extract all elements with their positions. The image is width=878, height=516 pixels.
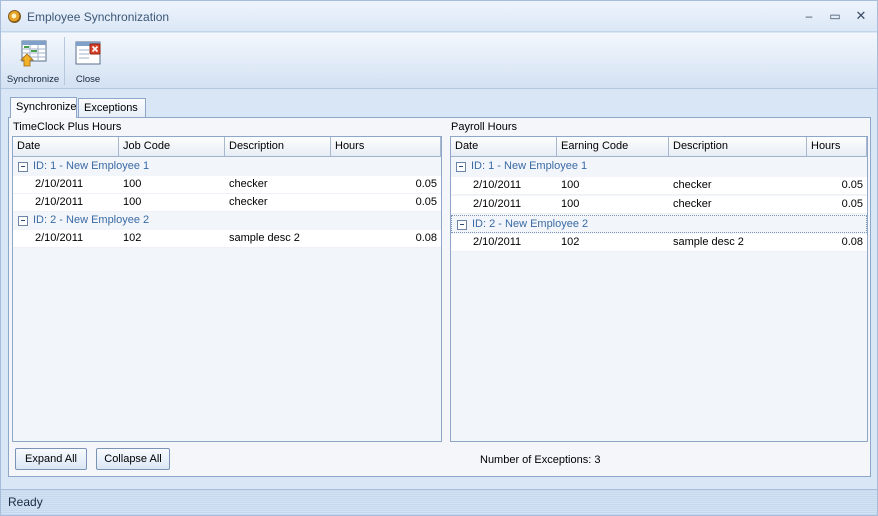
- table-row[interactable]: 2/10/2011 102 sample desc 2 0.08: [13, 230, 441, 248]
- group-row[interactable]: ID: 1 - New Employee 1: [451, 158, 867, 176]
- cell-date: 2/10/2011: [35, 232, 84, 244]
- cell-job-code: 100: [123, 196, 142, 208]
- table-row[interactable]: 2/10/2011 100 checker 0.05: [451, 177, 867, 195]
- cell-date: 2/10/2011: [35, 196, 84, 208]
- cell-hours: 0.08: [841, 236, 863, 248]
- clock-icon: [8, 10, 21, 23]
- column-header-earning-code[interactable]: Earning Code: [557, 137, 669, 157]
- cell-job-code: 102: [123, 232, 142, 244]
- tab-exceptions[interactable]: Exceptions: [78, 98, 146, 117]
- exceptions-count: Number of Exceptions: 3: [480, 454, 601, 466]
- cell-description: checker: [673, 198, 712, 210]
- cell-description: sample desc 2: [673, 236, 744, 248]
- payroll-grid[interactable]: Date Earning Code Description Hours ID: …: [450, 136, 868, 442]
- cell-description: checker: [229, 196, 268, 208]
- synchronize-icon: [20, 40, 47, 67]
- group-row[interactable]: ID: 1 - New Employee 1: [13, 158, 441, 176]
- cell-date: 2/10/2011: [473, 179, 522, 191]
- table-row[interactable]: 2/10/2011 100 checker 0.05: [13, 176, 441, 194]
- maximize-icon[interactable]: ▭: [825, 7, 845, 25]
- minimize-icon[interactable]: ‒: [799, 7, 819, 25]
- collapse-minus-icon[interactable]: [18, 216, 28, 226]
- table-row[interactable]: 2/10/2011 100 checker 0.05: [451, 196, 867, 214]
- group-row[interactable]: ID: 2 - New Employee 2: [13, 212, 441, 230]
- column-header-hours[interactable]: Hours: [807, 137, 867, 157]
- column-header-description[interactable]: Description: [669, 137, 807, 157]
- cell-hours: 0.05: [841, 198, 863, 210]
- cell-date: 2/10/2011: [35, 178, 84, 190]
- column-header-date[interactable]: Date: [13, 137, 119, 157]
- column-header-job-code[interactable]: Job Code: [119, 137, 225, 157]
- column-header-date[interactable]: Date: [451, 137, 557, 157]
- employee-sync-window: Employee Synchronization ‒ ▭ ✕ Synchroni…: [0, 0, 878, 516]
- close-window-icon: [75, 41, 101, 65]
- group-row[interactable]: ID: 2 - New Employee 2: [451, 215, 867, 233]
- cell-hours: 0.08: [415, 232, 437, 244]
- cell-date: 2/10/2011: [473, 198, 522, 210]
- close-label: Close: [75, 74, 101, 85]
- cell-hours: 0.05: [841, 179, 863, 191]
- group-label: ID: 2 - New Employee 2: [33, 214, 150, 226]
- timeclock-grid[interactable]: Date Job Code Description Hours ID: 1 - …: [12, 136, 442, 442]
- status-text: Ready: [8, 495, 43, 509]
- synchronize-button[interactable]: Synchronize: [5, 35, 61, 87]
- title-bar: Employee Synchronization ‒ ▭ ✕: [1, 1, 877, 32]
- timeclock-title: TimeClock Plus Hours: [13, 121, 122, 133]
- collapse-minus-icon[interactable]: [18, 162, 28, 172]
- synchronize-label: Synchronize: [6, 74, 60, 85]
- group-label: ID: 1 - New Employee 1: [471, 160, 588, 172]
- collapse-minus-icon[interactable]: [457, 220, 467, 230]
- column-header-description[interactable]: Description: [225, 137, 331, 157]
- grid-header: Date Job Code Description Hours: [13, 137, 441, 157]
- table-row[interactable]: 2/10/2011 100 checker 0.05: [13, 194, 441, 212]
- tab-synchronize[interactable]: Synchronize: [10, 97, 77, 118]
- status-bar: Ready: [1, 489, 877, 515]
- cell-hours: 0.05: [415, 178, 437, 190]
- column-header-hours[interactable]: Hours: [331, 137, 441, 157]
- payroll-title: Payroll Hours: [451, 121, 518, 133]
- collapse-minus-icon[interactable]: [456, 162, 466, 172]
- close-button[interactable]: Close: [67, 35, 109, 87]
- cell-date: 2/10/2011: [473, 236, 522, 248]
- cell-earning-code: 100: [561, 198, 580, 210]
- group-label: ID: 2 - New Employee 2: [472, 218, 589, 230]
- cell-earning-code: 100: [561, 179, 580, 191]
- cell-description: checker: [229, 178, 268, 190]
- toolbar: Synchronize Close: [1, 33, 877, 89]
- cell-job-code: 100: [123, 178, 142, 190]
- cell-description: checker: [673, 179, 712, 191]
- group-label: ID: 1 - New Employee 1: [33, 160, 150, 172]
- cell-description: sample desc 2: [229, 232, 300, 244]
- collapse-all-button[interactable]: Collapse All: [96, 448, 170, 470]
- toolbar-separator: [64, 37, 65, 85]
- cell-hours: 0.05: [415, 196, 437, 208]
- cell-earning-code: 102: [561, 236, 580, 248]
- grid-header: Date Earning Code Description Hours: [451, 137, 867, 157]
- expand-all-button[interactable]: Expand All: [15, 448, 87, 470]
- window-title: Employee Synchronization: [27, 10, 170, 24]
- synchronize-panel: TimeClock Plus Hours Payroll Hours Date …: [8, 117, 871, 477]
- table-row[interactable]: 2/10/2011 102 sample desc 2 0.08: [451, 234, 867, 252]
- close-icon[interactable]: ✕: [851, 7, 871, 25]
